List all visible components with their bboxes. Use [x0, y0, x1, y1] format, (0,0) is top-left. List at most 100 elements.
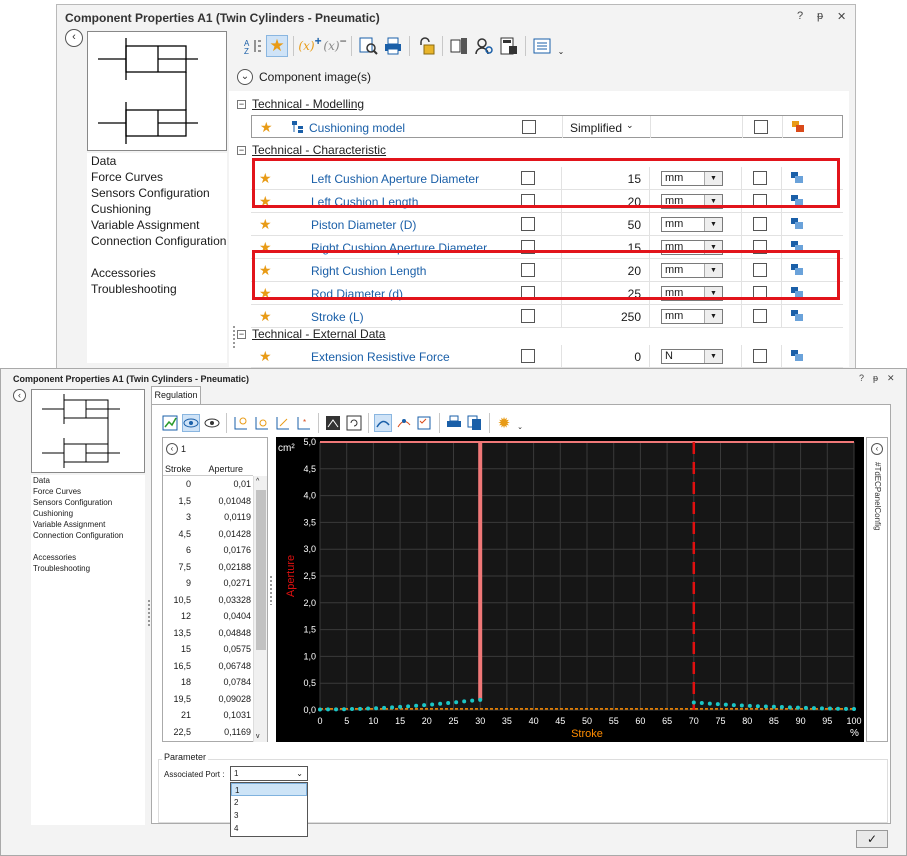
- cell-stroke[interactable]: 4,5: [178, 529, 191, 539]
- cell-stroke[interactable]: 7,5: [178, 562, 191, 572]
- checkbox[interactable]: [753, 217, 767, 231]
- print-icon[interactable]: [382, 35, 404, 57]
- cell-aperture[interactable]: 0,1169: [224, 727, 251, 737]
- lock-icon[interactable]: [415, 35, 437, 57]
- collapse-side-panel-button[interactable]: ‹: [871, 443, 883, 455]
- table-row[interactable]: 12 0,0404: [163, 609, 253, 623]
- cell-stroke[interactable]: 21: [181, 710, 191, 720]
- copy-chart-icon[interactable]: [324, 414, 342, 432]
- checkbox[interactable]: [754, 120, 768, 134]
- eye-icon[interactable]: [203, 414, 221, 432]
- ok-button[interactable]: ✓: [856, 830, 888, 848]
- cell-aperture[interactable]: 0,01428: [218, 529, 251, 539]
- search-components-icon[interactable]: [357, 35, 379, 57]
- cell-aperture[interactable]: 0,01: [233, 479, 251, 489]
- nav-item-accessories[interactable]: Accessories: [31, 552, 145, 563]
- cell-aperture[interactable]: 0,1031: [223, 710, 251, 720]
- cell-aperture[interactable]: 0,03328: [218, 595, 251, 605]
- zoom-y-icon[interactable]: [253, 414, 271, 432]
- nav-item-variable-assignment[interactable]: Variable Assignment: [87, 217, 227, 233]
- table-row[interactable]: 9 0,0271: [163, 576, 253, 590]
- row-cushioning-model[interactable]: ★ Cushioning model Simplified ⌄: [251, 115, 843, 138]
- cell-aperture[interactable]: 0,01048: [218, 496, 251, 506]
- table-row[interactable]: 7,5 0,02188: [163, 560, 253, 574]
- help-button[interactable]: ?: [859, 373, 864, 383]
- nav-item-force-curves[interactable]: Force Curves: [87, 169, 227, 185]
- cell-stroke[interactable]: 13,5: [173, 628, 191, 638]
- column-header-aperture[interactable]: Aperture: [208, 464, 243, 474]
- add-variable-icon[interactable]: (x) +: [298, 34, 321, 57]
- table-row[interactable]: 21 0,1031: [163, 708, 253, 722]
- chart-view-icon[interactable]: [182, 414, 200, 432]
- link-blue-icon[interactable]: [791, 350, 803, 361]
- splitter-grip[interactable]: [232, 325, 236, 349]
- link-blue-icon[interactable]: [791, 310, 803, 321]
- table-row[interactable]: 13,5 0,04848: [163, 626, 253, 640]
- copy-icon[interactable]: [466, 414, 484, 432]
- table-row[interactable]: 1,5 0,01048: [163, 494, 253, 508]
- cell-stroke[interactable]: 18: [181, 677, 191, 687]
- port-option[interactable]: 2: [231, 796, 307, 809]
- axis-settings-icon[interactable]: *: [295, 414, 313, 432]
- table-row[interactable]: 22,5 0,1169: [163, 725, 253, 739]
- unit-select[interactable]: mm ▼: [661, 309, 723, 324]
- star-icon[interactable]: ★: [260, 119, 273, 136]
- zoom-x-icon[interactable]: [232, 414, 250, 432]
- cell-aperture[interactable]: 0,0404: [223, 611, 251, 621]
- pin-button[interactable]: ᵽ: [817, 10, 823, 22]
- cell-stroke[interactable]: 0: [186, 479, 191, 489]
- cell-stroke[interactable]: 12: [181, 611, 191, 621]
- table-row[interactable]: 18 0,0784: [163, 675, 253, 689]
- table-row[interactable]: 3 0,0119: [163, 510, 253, 524]
- port-option[interactable]: 3: [231, 809, 307, 822]
- chevron-down-icon[interactable]: ⌄: [626, 120, 634, 131]
- aperture-chart[interactable]: 0 5 10 15 20 25 30 35 40 45 50 55 60 65 70 75 80 85 90 95 10…: [276, 437, 864, 742]
- checkbox[interactable]: [521, 217, 535, 231]
- cell-stroke[interactable]: 10,5: [173, 595, 191, 605]
- cell-stroke[interactable]: 6: [186, 545, 191, 555]
- fit-icon[interactable]: [274, 414, 292, 432]
- unit-select[interactable]: N ▼: [661, 349, 723, 364]
- cell-aperture[interactable]: 0,0784: [223, 677, 251, 687]
- nav-item-cushioning[interactable]: Cushioning: [87, 201, 227, 217]
- cell-aperture[interactable]: 0,06748: [218, 661, 251, 671]
- associated-port-select[interactable]: 1 ⌄: [230, 766, 308, 781]
- cell-stroke[interactable]: 16,5: [173, 661, 191, 671]
- checkbox[interactable]: [521, 349, 535, 363]
- cell-aperture[interactable]: 0,0119: [224, 512, 251, 522]
- table-scrollbar[interactable]: ^ v: [253, 476, 267, 742]
- draw-curve-icon[interactable]: [374, 414, 392, 432]
- checkbox[interactable]: [522, 120, 536, 134]
- sort-az-icon[interactable]: AZ: [241, 35, 263, 57]
- property-value[interactable]: 0: [561, 350, 641, 364]
- link-blue-icon[interactable]: [791, 218, 803, 229]
- port-option[interactable]: 1: [231, 783, 307, 796]
- cell-aperture[interactable]: 0,0176: [223, 545, 251, 555]
- cell-stroke[interactable]: 19,5: [173, 694, 191, 704]
- section-technical-characteristic[interactable]: − Technical - Characteristic: [229, 141, 386, 159]
- table-row[interactable]: 10,5 0,03328: [163, 593, 253, 607]
- component-library-icon[interactable]: [448, 35, 470, 57]
- curve-point-icon[interactable]: [395, 414, 413, 432]
- table-row[interactable]: 19,5 0,09028: [163, 692, 253, 706]
- collapse-left-panel-button[interactable]: ‹: [65, 29, 83, 47]
- remove-variable-icon[interactable]: (x) −: [323, 34, 346, 57]
- close-button[interactable]: ✕: [837, 10, 846, 23]
- nav-item-data[interactable]: Data: [87, 153, 227, 169]
- property-row[interactable]: ★ Piston Diameter (D) 50 mm ▼: [251, 213, 843, 236]
- nav-item-cushioning[interactable]: Cushioning: [31, 508, 145, 519]
- nav-item-accessories[interactable]: Accessories: [87, 265, 227, 281]
- cell-aperture[interactable]: 0,04848: [218, 628, 251, 638]
- section-technical-external-data[interactable]: − Technical - External Data: [229, 325, 385, 343]
- cell-aperture[interactable]: 0,0271: [223, 578, 251, 588]
- section-technical-modelling[interactable]: − Technical - Modelling: [229, 95, 364, 113]
- star-icon[interactable]: ★: [259, 308, 272, 325]
- table-row[interactable]: 4,5 0,01428: [163, 527, 253, 541]
- table-row[interactable]: 0 0,01: [163, 477, 253, 491]
- calculator-icon[interactable]: [498, 35, 520, 57]
- star-icon[interactable]: ★: [259, 348, 272, 365]
- component-images-expander[interactable]: ⌄ Component image(s): [237, 69, 837, 89]
- nav-item-data[interactable]: Data: [31, 475, 145, 486]
- cell-stroke[interactable]: 3: [186, 512, 191, 522]
- star-icon[interactable]: ★: [259, 216, 272, 233]
